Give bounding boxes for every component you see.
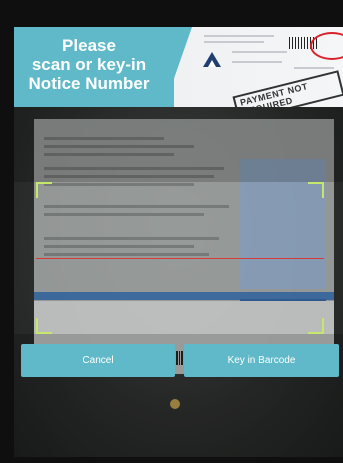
- camera-preview: [14, 107, 343, 457]
- scanner-screen: PAYMENT NOT REQUIRED Please scan or key-…: [14, 27, 343, 457]
- doc-line: [294, 67, 334, 69]
- cancel-button[interactable]: Cancel: [21, 344, 175, 377]
- instruction-banner-tab: [164, 27, 192, 107]
- key-in-barcode-button[interactable]: Key in Barcode: [184, 344, 339, 377]
- scan-corner: [36, 182, 52, 198]
- scan-laser-line: [36, 258, 324, 259]
- scan-corner: [36, 318, 52, 334]
- instruction-banner: Please scan or key-in Notice Number: [14, 27, 174, 107]
- doc-line: [232, 51, 287, 53]
- device-frame: PAYMENT NOT REQUIRED Please scan or key-…: [0, 0, 343, 463]
- doc-line: [232, 61, 282, 63]
- highlight-circle: [310, 32, 343, 60]
- instruction-text: Please scan or key-in Notice Number: [28, 36, 150, 93]
- device-home-button: [170, 399, 180, 409]
- scan-corner: [308, 182, 324, 198]
- scan-mask-top: [14, 107, 343, 182]
- scan-target-frame: [36, 182, 324, 334]
- scan-corner: [308, 318, 324, 334]
- doc-line: [204, 35, 274, 37]
- doc-line: [204, 41, 264, 43]
- council-logo: [199, 49, 225, 71]
